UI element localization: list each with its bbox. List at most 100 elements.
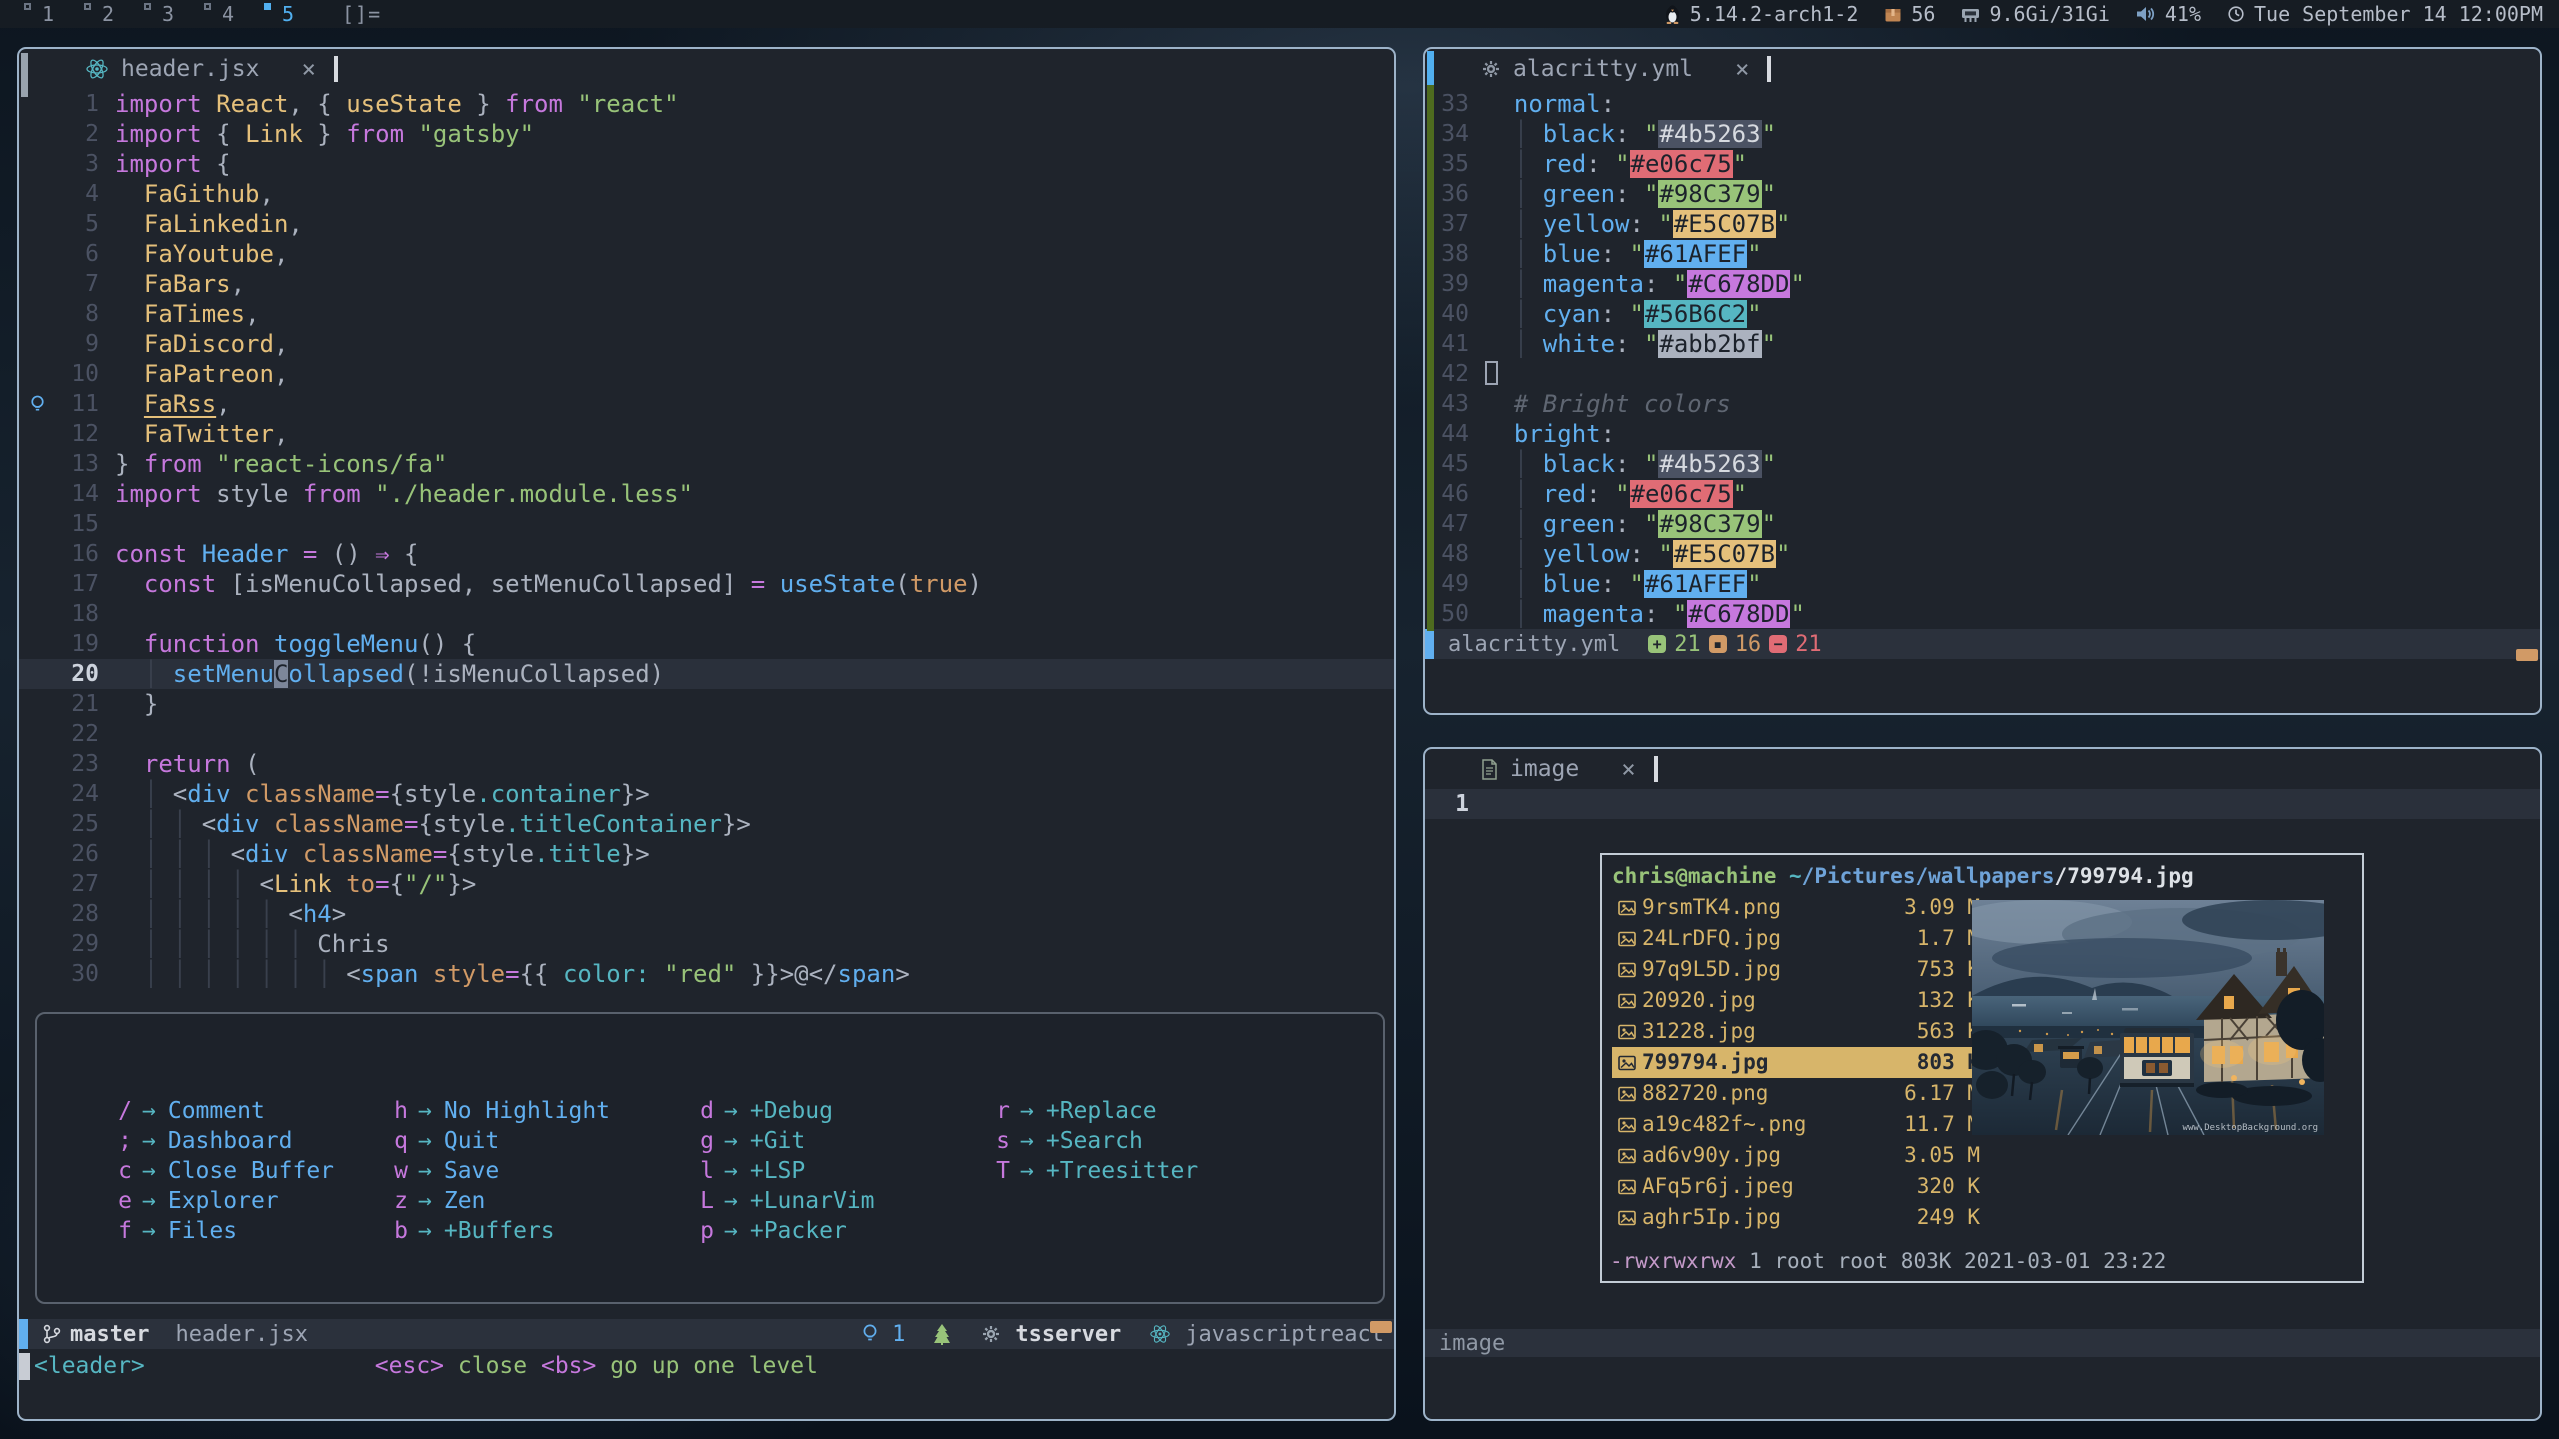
hint-action: close: [444, 1353, 541, 1379]
whichkey-item--packer[interactable]: p→+Packer: [699, 1216, 995, 1246]
image-file-icon: [1612, 1210, 1642, 1226]
whichkey-item--replace[interactable]: r→+Replace: [995, 1096, 1383, 1126]
line-number: 14: [55, 479, 99, 509]
scrollbar-indicator[interactable]: [21, 53, 28, 97]
whichkey-item--lunarvim[interactable]: L→+LunarVim: [699, 1186, 995, 1216]
list-item[interactable]: 31228.jpg563 K: [1612, 1016, 1980, 1047]
whichkey-item--treesitter[interactable]: T→+Treesitter: [995, 1156, 1383, 1186]
workspace-tag-3[interactable]: 3: [138, 0, 198, 28]
file-size: 132 K: [1880, 985, 1980, 1016]
code-buffer[interactable]: 33 normal:34 │ black: "#4b5263"35 │ red:…: [1425, 89, 2540, 629]
git-branch-label[interactable]: master: [70, 1322, 149, 1347]
whichkey-item-comment[interactable]: /→Comment: [117, 1096, 393, 1126]
whichkey-label: Close Buffer: [168, 1156, 334, 1186]
file-size: 1.7 M: [1880, 923, 1980, 954]
file-name: ad6v90y.jpg: [1642, 1140, 1880, 1171]
list-item[interactable]: AFq5r6j.jpeg320 K: [1612, 1171, 1980, 1202]
whichkey-item-files[interactable]: f→Files: [117, 1216, 393, 1246]
whichkey-item-dashboard[interactable]: ;→Dashboard: [117, 1126, 393, 1156]
scroll-position-indicator[interactable]: [1370, 1321, 1392, 1333]
code-line-27: 27 │ │ │ │ <Link to={"/"}>: [19, 869, 1394, 899]
line-text: FaTwitter,: [99, 419, 288, 449]
line-text: FaDiscord,: [99, 329, 288, 359]
whichkey-item-quit[interactable]: q→Quit: [393, 1126, 699, 1156]
editor-window-alacritty-yml: alacritty.yml × 33 normal:34 │ black: "#…: [1423, 47, 2542, 715]
code-line-14: 14import style from "./header.module.les…: [19, 479, 1394, 509]
path-segment: chris@machine: [1612, 861, 1789, 892]
line-number: 1: [1425, 789, 1469, 819]
command-line[interactable]: <leader> <esc> close <bs> go up one leve…: [19, 1349, 1394, 1383]
whichkey-item--buffers[interactable]: b→+Buffers: [393, 1216, 699, 1246]
whichkey-key: T: [995, 1156, 1010, 1186]
list-item[interactable]: 24LrDFQ.jpg1.7 M: [1612, 923, 1980, 954]
tag-indicator-square: [84, 3, 91, 10]
whichkey-item-close-buffer[interactable]: c→Close Buffer: [117, 1156, 393, 1186]
tab-image[interactable]: image ×: [1425, 749, 1654, 789]
lsp-server-label[interactable]: tsserver: [1015, 1322, 1121, 1347]
workspace-tags: 12345: [0, 0, 318, 28]
workspace-tag-1[interactable]: 1: [18, 0, 78, 28]
file-size: 249 K: [1880, 1202, 1980, 1233]
code-line-43: 43 # Bright colors: [1425, 389, 2540, 419]
line-text: FaGithub,: [99, 179, 274, 209]
line-text: [99, 719, 115, 749]
line-number: 6: [55, 239, 99, 269]
whichkey-item--search[interactable]: s→+Search: [995, 1126, 1383, 1156]
whichkey-item-zen[interactable]: z→Zen: [393, 1186, 699, 1216]
line-text: FaTimes,: [99, 299, 260, 329]
workspace-tag-4[interactable]: 4: [198, 0, 258, 28]
list-item[interactable]: 882720.png6.17 M: [1612, 1078, 1980, 1109]
whichkey-item-save[interactable]: w→Save: [393, 1156, 699, 1186]
whichkey-item--git[interactable]: g→+Git: [699, 1126, 995, 1156]
line-text: │ yellow: "#E5C07B": [1469, 209, 1790, 239]
git-added-count: 21: [1674, 632, 1701, 657]
code-line-50: 50 │ magenta: "#C678DD": [1425, 599, 2540, 629]
line-text: import style from "./header.module.less": [99, 479, 693, 509]
code-action-lightbulb-icon[interactable]: [19, 394, 55, 415]
whichkey-label: +Search: [1046, 1126, 1143, 1156]
line-text: import { Link } from "gatsby": [99, 119, 534, 149]
line-number: 7: [55, 269, 99, 299]
code-line-44: 44 bright:: [1425, 419, 2540, 449]
whichkey-item--debug[interactable]: d→+Debug: [699, 1096, 995, 1126]
tab-header-jsx[interactable]: header.jsx ×: [19, 49, 334, 89]
code-line-28: 28 │ │ │ │ │ <h4>: [19, 899, 1394, 929]
whichkey-label: +LSP: [750, 1156, 805, 1186]
list-item[interactable]: 799794.jpg803 K: [1612, 1047, 1980, 1078]
clock-segment: Tue September 14 12:00PM: [2227, 2, 2543, 26]
close-icon[interactable]: ×: [1735, 55, 1749, 83]
list-item[interactable]: 20920.jpg132 K: [1612, 985, 1980, 1016]
path-segment: ~: [1789, 861, 1802, 892]
diagnostic-count[interactable]: 1: [892, 1322, 905, 1347]
list-item[interactable]: a19c482f~.png11.7 M: [1612, 1109, 1980, 1140]
code-buffer[interactable]: 1import React, { useState } from "react"…: [19, 89, 1394, 989]
floating-terminal[interactable]: chris@machine ~/Pictures/wallpapers/7997…: [1600, 853, 2364, 1283]
line-text: FaPatreon,: [99, 359, 288, 389]
tab-alacritty-yml[interactable]: alacritty.yml ×: [1425, 49, 1767, 89]
inactive-cursor: [1485, 361, 1498, 385]
git-changed-icon: ▪: [1709, 635, 1727, 653]
workspace-tag-5[interactable]: 5: [258, 0, 318, 28]
gitsigns-add-bar: [1427, 85, 1434, 631]
whichkey-item-explorer[interactable]: e→Explorer: [117, 1186, 393, 1216]
list-item[interactable]: 97q9L5D.jpg753 K: [1612, 954, 1980, 985]
close-icon[interactable]: ×: [1621, 755, 1635, 783]
code-buffer[interactable]: 1: [1425, 789, 2540, 819]
list-item[interactable]: aghr5Ip.jpg249 K: [1612, 1202, 1980, 1233]
whichkey-label: Quit: [444, 1126, 499, 1156]
workspace-tag-2[interactable]: 2: [78, 0, 138, 28]
code-line-39: 39 │ magenta: "#C678DD": [1425, 269, 2540, 299]
scroll-position-indicator[interactable]: [2516, 649, 2538, 661]
line-number: 19: [55, 629, 99, 659]
file-size: 320 K: [1880, 1171, 1980, 1202]
arrow-right-icon: →: [1010, 1126, 1046, 1156]
whichkey-item-no-highlight[interactable]: h→No Highlight: [393, 1096, 699, 1126]
close-icon[interactable]: ×: [301, 55, 315, 83]
code-line-19: 19 function toggleMenu() {: [19, 629, 1394, 659]
list-item[interactable]: 9rsmTK4.png3.09 M: [1612, 892, 1980, 923]
whichkey-label: Zen: [444, 1186, 486, 1216]
whichkey-item--lsp[interactable]: l→+LSP: [699, 1156, 995, 1186]
list-item[interactable]: ad6v90y.jpg3.05 M: [1612, 1140, 1980, 1171]
line-text: │ │ │ │ │ │ Chris: [99, 929, 390, 959]
file-size: 803 K: [1880, 1047, 1980, 1078]
